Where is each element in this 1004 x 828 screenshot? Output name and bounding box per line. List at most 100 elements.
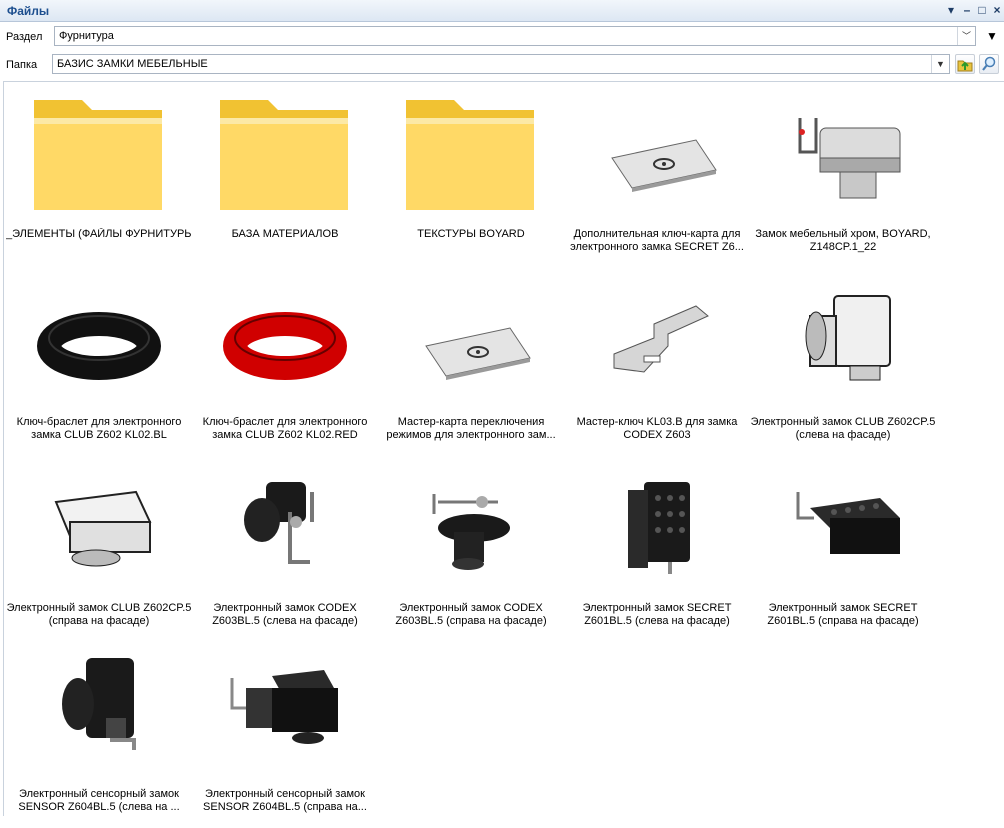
- file-grid: _ЭЛЕМЕНТЫ (ФАЙЛЫ ФУРНИТУРЫ) БАЗА МАТЕРИАЛ…: [3, 81, 1004, 816]
- caption-line: Электронный замок CODEX: [213, 602, 357, 614]
- model-thumbnail: [62, 658, 136, 750]
- item-caption: Электронный сенсорный замок SENSOR Z604BL…: [192, 788, 378, 814]
- caption-line: Z603BL.5 (слева на фасаде): [212, 615, 358, 627]
- item-caption: Электронный замок CLUB Z602CP.5 (слева на…: [750, 416, 936, 442]
- caption-line: Электронный замок SECRET: [768, 602, 918, 614]
- caption-line: Электронный замок CLUB Z602CP.5: [750, 416, 936, 428]
- caption-line: Ключ-браслет для электронного: [202, 416, 368, 428]
- item-caption: Электронный замок CODEX Z603BL.5 (справа …: [378, 602, 564, 628]
- item-caption: Электронный сенсорный замок SENSOR Z604BL…: [6, 788, 192, 814]
- model-thumbnail: [244, 482, 314, 564]
- model-thumbnail: [796, 492, 900, 554]
- model-thumbnail: [628, 482, 690, 574]
- folder-row: Папка БАЗИС ЗАМКИ МЕБЕЛЬНЫЕ ▼: [0, 51, 1004, 79]
- folder-icon: [220, 100, 348, 210]
- section-row: Раздел Фурнитура ﹀ ▼: [0, 23, 1004, 51]
- chevron-down-icon[interactable]: ﹀: [957, 27, 975, 45]
- model-thumbnail: [798, 118, 901, 199]
- caption-line: SENSOR Z604BL.5 (справа на...: [203, 801, 367, 813]
- file-item[interactable]: Электронный замок SECRET Z601BL.5 (слева …: [564, 456, 750, 642]
- model-thumbnail: [425, 327, 531, 380]
- caption-line: Мастер-ключ KL03.B для замка: [576, 416, 738, 428]
- caption-line: электронного замка SECRET Z6...: [570, 241, 744, 253]
- caption-line: (справа на фасаде): [48, 615, 150, 627]
- section-value: Фурнитура: [59, 30, 114, 42]
- folder-icon: [406, 100, 534, 210]
- file-item[interactable]: Электронный замок SECRET Z601BL.5 (справа…: [750, 456, 936, 642]
- file-item[interactable]: Дополнительная ключ-карта для электронног…: [564, 82, 750, 268]
- caption-line: (слева на фасаде): [795, 429, 891, 441]
- folder-icon: [34, 100, 162, 210]
- section-label: Раздел: [6, 31, 43, 43]
- menu-arrow-icon[interactable]: ▼: [986, 29, 998, 43]
- file-item[interactable]: Мастер-ключ KL03.B для замка CODEX Z603: [564, 270, 750, 456]
- maximize-icon[interactable]: □: [975, 3, 989, 17]
- search-button[interactable]: [979, 54, 999, 74]
- caption-line: Электронный замок CLUB Z602CP.5: [6, 602, 192, 614]
- caption-line: Z603BL.5 (справа на фасаде): [395, 615, 547, 627]
- model-thumbnail: [805, 295, 891, 381]
- folder-up-icon: [957, 60, 973, 72]
- search-icon: [982, 56, 996, 71]
- caption-line: Дополнительная ключ-карта для: [573, 228, 741, 240]
- item-caption: Замок мебельный хром, BOYARD, Z148CP.1_22: [750, 228, 936, 254]
- caption-line: Электронный замок CODEX: [399, 602, 543, 614]
- file-item[interactable]: Электронный замок CLUB Z602CP.5 (слева на…: [750, 270, 936, 456]
- file-item[interactable]: Электронный замок CODEX Z603BL.5 (справа …: [378, 456, 564, 642]
- caption-line: ТЕКСТУРЫ BOYARD: [417, 228, 525, 240]
- caption-line: Z148CP.1_22: [809, 241, 877, 253]
- item-caption: ТЕКСТУРЫ BOYARD: [378, 228, 564, 241]
- caption-line: Z601BL.5 (справа на фасаде): [767, 615, 919, 627]
- folder-label: Папка: [6, 59, 38, 71]
- caption-line: SENSOR Z604BL.5 (слева на ...: [18, 801, 180, 813]
- caption-line: Электронный сенсорный замок: [19, 788, 179, 800]
- window-title: Файлы: [7, 4, 50, 18]
- item-caption: Электронный замок SECRET Z601BL.5 (справа…: [750, 602, 936, 628]
- caption-line: Ключ-браслет для электронного: [16, 416, 182, 428]
- caption-line: БАЗА МАТЕРИАЛОВ: [231, 228, 339, 240]
- dropdown-arrow-icon[interactable]: ▼: [931, 55, 949, 73]
- file-item[interactable]: Электронный замок CODEX Z603BL.5 (слева н…: [192, 456, 378, 642]
- folder-item[interactable]: ТЕКСТУРЫ BOYARD: [378, 82, 564, 268]
- caption-line: режимов для электронного зам...: [386, 429, 556, 441]
- item-caption: Мастер-карта переключения режимов для эле…: [378, 416, 564, 442]
- model-thumbnail: [37, 312, 161, 380]
- item-caption: Мастер-ключ KL03.B для замка CODEX Z603: [564, 416, 750, 442]
- item-caption: Электронный замок SECRET Z601BL.5 (слева …: [564, 602, 750, 628]
- title-bar: Файлы ▾ – □ ×: [0, 0, 1004, 22]
- folder-up-button[interactable]: [955, 54, 975, 74]
- close-icon[interactable]: ×: [990, 3, 1004, 17]
- pin-icon[interactable]: ▾: [944, 3, 958, 17]
- minimize-icon[interactable]: –: [960, 3, 974, 17]
- file-item[interactable]: Электронный сенсорный замок SENSOR Z604BL…: [6, 642, 192, 828]
- caption-line: _ЭЛЕМЕНТЫ (ФАЙЛЫ ФУРНИТУРЫ): [6, 228, 192, 240]
- item-caption: БАЗА МАТЕРИАЛОВ: [192, 228, 378, 241]
- caption-line: Мастер-карта переключения: [397, 416, 545, 428]
- file-item[interactable]: Электронный замок CLUB Z602CP.5 (справа н…: [6, 456, 192, 642]
- folder-select[interactable]: БАЗИС ЗАМКИ МЕБЕЛЬНЫЕ ▼: [52, 54, 950, 74]
- caption-line: Замок мебельный хром, BOYARD,: [755, 228, 931, 240]
- caption-line: Электронный замок SECRET: [582, 602, 732, 614]
- model-thumbnail: [54, 490, 152, 567]
- folder-value: БАЗИС ЗАМКИ МЕБЕЛЬНЫЕ: [57, 58, 208, 70]
- model-thumbnail: [432, 494, 510, 570]
- file-item[interactable]: Мастер-карта переключения режимов для эле…: [378, 270, 564, 456]
- folder-item[interactable]: БАЗА МАТЕРИАЛОВ: [192, 82, 378, 268]
- caption-line: CODEX Z603: [623, 429, 691, 441]
- item-caption: Электронный замок CLUB Z602CP.5 (справа н…: [6, 602, 192, 628]
- item-caption: Ключ-браслет для электронного замка CLUB …: [192, 416, 378, 442]
- item-caption: Дополнительная ключ-карта для электронног…: [564, 228, 750, 254]
- file-item[interactable]: Замок мебельный хром, BOYARD, Z148CP.1_22: [750, 82, 936, 268]
- file-item[interactable]: Ключ-браслет для электронного замка CLUB …: [6, 270, 192, 456]
- item-caption: Электронный замок CODEX Z603BL.5 (слева н…: [192, 602, 378, 628]
- file-item[interactable]: Ключ-браслет для электронного замка CLUB …: [192, 270, 378, 456]
- item-caption: Ключ-браслет для электронного замка CLUB …: [6, 416, 192, 442]
- section-select[interactable]: Фурнитура ﹀: [54, 26, 976, 46]
- caption-line: Z601BL.5 (слева на фасаде): [584, 615, 730, 627]
- model-thumbnail: [223, 312, 347, 380]
- file-item[interactable]: Электронный сенсорный замок SENSOR Z604BL…: [192, 642, 378, 828]
- model-thumbnail: [611, 139, 717, 192]
- folder-item[interactable]: _ЭЛЕМЕНТЫ (ФАЙЛЫ ФУРНИТУРЫ): [6, 82, 192, 268]
- caption-line: замка CLUB Z602 KL02.RED: [212, 429, 358, 441]
- model-thumbnail: [613, 305, 709, 373]
